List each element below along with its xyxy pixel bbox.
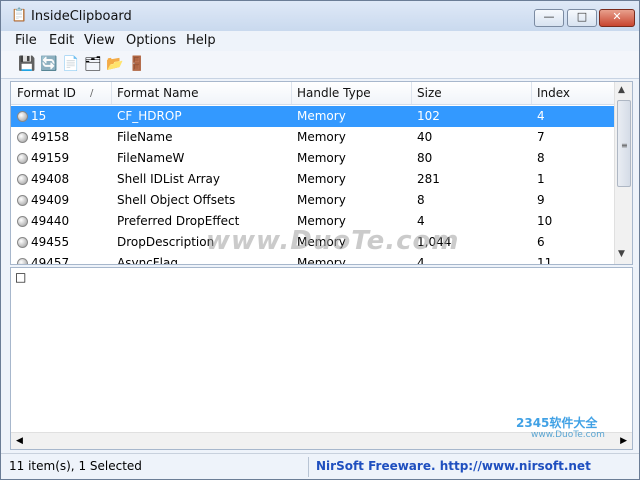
cell-handle-type: Memory: [297, 130, 346, 144]
row-status-icon: [17, 132, 28, 143]
insideclipboard-window: 📋 InsideClipboard — □ ✕ File Edit View O…: [0, 0, 640, 480]
menu-file[interactable]: File: [15, 33, 37, 48]
cell-index: 10: [537, 214, 553, 228]
col-size[interactable]: Size: [417, 86, 442, 100]
row-status-icon: [17, 258, 28, 264]
clipboard-icon: 📋: [11, 8, 28, 23]
menu-bar: File Edit View Options Help: [1, 31, 639, 51]
row-status-icon: [17, 111, 28, 122]
toolbar: 💾 🔄 📄 🗂 📂 🚪: [1, 51, 639, 79]
row-status-icon: [17, 195, 28, 206]
cell-size: 281: [417, 172, 440, 186]
cell-format-name: FileNameW: [117, 151, 185, 165]
exit-icon[interactable]: 🚪: [128, 55, 146, 73]
column-divider[interactable]: [291, 82, 292, 104]
table-row[interactable]: 49158 FileName Memory 40 7: [11, 127, 614, 148]
row-status-icon: [17, 216, 28, 227]
cell-format-id: 49158: [31, 130, 70, 144]
cell-index: 8: [537, 151, 545, 165]
col-format-id[interactable]: Format ID: [17, 86, 76, 100]
watermark-url: www.DuoTe.com: [531, 430, 605, 440]
menu-edit[interactable]: Edit: [49, 33, 74, 48]
minimize-button[interactable]: —: [534, 9, 564, 27]
cell-handle-type: Memory: [297, 172, 346, 186]
save-icon[interactable]: 💾: [18, 55, 36, 73]
cell-size: 40: [417, 130, 433, 144]
cell-size: 8: [417, 193, 425, 207]
status-text: 11 item(s), 1 Selected: [9, 459, 142, 473]
table-row[interactable]: 49159 FileNameW Memory 80 8: [11, 148, 614, 169]
title-bar[interactable]: 📋 InsideClipboard — □ ✕: [1, 1, 639, 32]
table-row[interactable]: 49409 Shell Object Offsets Memory 8 9: [11, 190, 614, 211]
scroll-thumb[interactable]: ≡: [617, 100, 631, 187]
detail-content: □: [15, 270, 27, 284]
col-format-name[interactable]: Format Name: [117, 86, 199, 100]
menu-view[interactable]: View: [84, 33, 115, 48]
col-index[interactable]: Index: [537, 86, 570, 100]
cell-format-name: AsyncFlag: [117, 256, 178, 265]
cell-format-id: 49408: [31, 172, 70, 186]
cell-format-name: FileName: [117, 130, 173, 144]
cell-index: 6: [537, 235, 545, 249]
row-status-icon: [17, 174, 28, 185]
table-row[interactable]: 49408 Shell IDList Array Memory 281 1: [11, 169, 614, 190]
cell-handle-type: Memory: [297, 151, 346, 165]
maximize-button[interactable]: □: [567, 9, 597, 27]
vertical-scrollbar[interactable]: ▲ ≡ ▼: [614, 82, 632, 264]
table-row[interactable]: 15 CF_HDROP Memory 102 4: [11, 106, 614, 127]
watermark-brand: 2345软件大全: [516, 416, 598, 430]
column-divider[interactable]: [111, 82, 112, 104]
cell-format-id: 49440: [31, 214, 70, 228]
window-title: InsideClipboard: [31, 9, 132, 24]
cell-index: 11: [537, 256, 553, 265]
sort-indicator: /: [90, 88, 94, 99]
cell-index: 1: [537, 172, 545, 186]
refresh-icon[interactable]: 🔄: [40, 55, 58, 73]
cell-handle-type: Memory: [297, 193, 346, 207]
cell-format-name: CF_HDROP: [117, 109, 182, 123]
menu-help[interactable]: Help: [186, 33, 216, 48]
cell-size: 80: [417, 151, 433, 165]
cell-format-id: 49455: [31, 235, 70, 249]
list-header: Format ID / Format Name Handle Type Size…: [11, 82, 614, 105]
menu-options[interactable]: Options: [126, 33, 176, 48]
grip-icon: ≡: [621, 141, 628, 150]
cell-index: 4: [537, 109, 545, 123]
cell-format-name: DropDescription: [117, 235, 215, 249]
cell-format-name: Shell IDList Array: [117, 172, 220, 186]
column-divider[interactable]: [531, 82, 532, 104]
col-handle-type[interactable]: Handle Type: [297, 86, 371, 100]
nirsoft-link[interactable]: NirSoft Freeware. http://www.nirsoft.net: [316, 459, 591, 473]
scroll-left-icon[interactable]: ◀: [16, 436, 23, 446]
watermark-main: www.DuoTe.com: [206, 226, 460, 256]
cell-handle-type: Memory: [297, 256, 346, 265]
cell-index: 9: [537, 193, 545, 207]
cell-format-id: 49159: [31, 151, 70, 165]
open-icon[interactable]: 📂: [106, 55, 124, 73]
column-divider[interactable]: [411, 82, 412, 104]
copy-icon[interactable]: 📄: [62, 55, 80, 73]
scroll-right-icon[interactable]: ▶: [620, 436, 627, 446]
scroll-down-icon[interactable]: ▼: [618, 249, 625, 259]
status-divider: [308, 457, 309, 477]
cell-size: 102: [417, 109, 440, 123]
row-status-icon: [17, 237, 28, 248]
cell-format-id: 49409: [31, 193, 70, 207]
close-button[interactable]: ✕: [599, 9, 635, 27]
properties-icon[interactable]: 🗂: [84, 55, 102, 73]
scroll-up-icon[interactable]: ▲: [618, 85, 625, 95]
cell-size: 4: [417, 256, 425, 265]
row-status-icon: [17, 153, 28, 164]
cell-format-id: 49457: [31, 256, 70, 265]
cell-handle-type: Memory: [297, 109, 346, 123]
cell-index: 7: [537, 130, 545, 144]
status-bar: 11 item(s), 1 Selected NirSoft Freeware.…: [1, 453, 639, 479]
cell-format-name: Shell Object Offsets: [117, 193, 236, 207]
cell-format-id: 15: [31, 109, 47, 123]
